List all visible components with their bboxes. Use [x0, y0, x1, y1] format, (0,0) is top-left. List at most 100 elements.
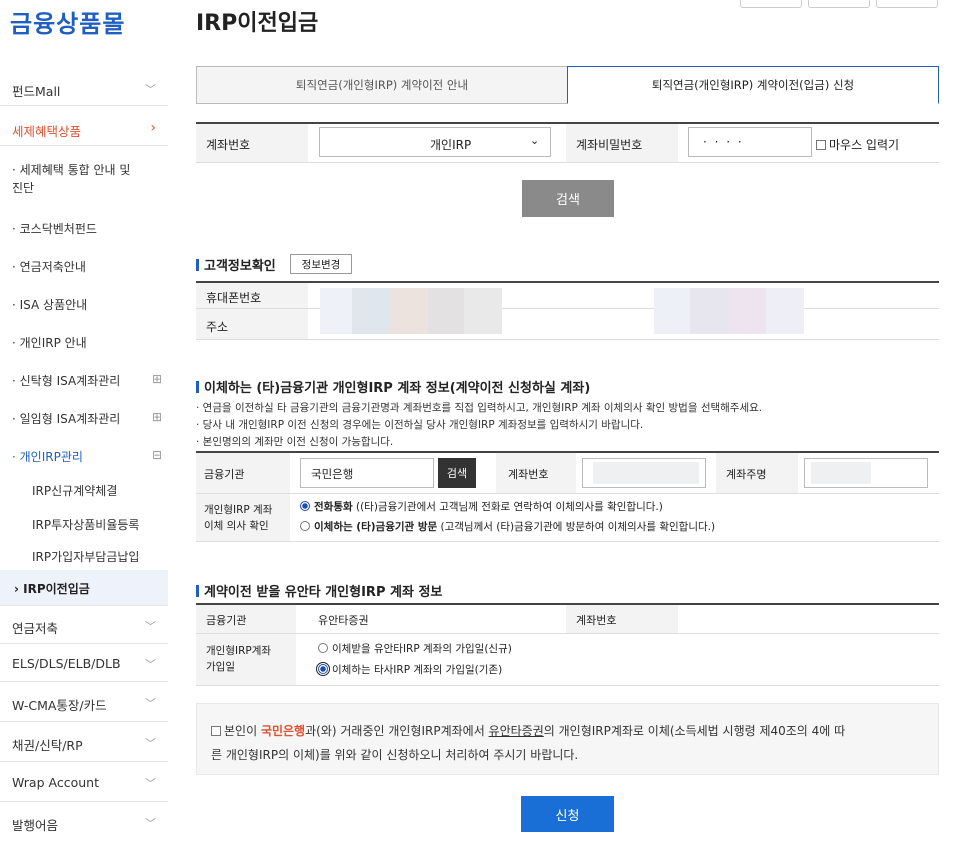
search-button[interactable]: 검색 — [522, 180, 614, 217]
institution-value: 유안타증권 — [318, 614, 369, 627]
account-number-label: 계좌번호 — [508, 468, 549, 481]
agreement-line-2: 른 개인형IRP의 이체)를 위와 같이 신청하오니 처리하여 주시기 바랍니다… — [211, 748, 579, 762]
sidebar-irp-child[interactable]: IRP가입자부담금납입 — [0, 548, 168, 568]
institution-search-button[interactable]: 검색 — [438, 458, 476, 488]
radio-selected-icon[interactable] — [300, 501, 310, 511]
sidebar-sub-label: · 세제혜택 통합 안내 및 — [12, 163, 131, 177]
radio-icon[interactable] — [300, 521, 310, 531]
join-date-label: 가입일 — [206, 661, 235, 673]
chevron-down-icon: ﹀ — [145, 737, 156, 750]
option-bold-label: 전화통화 — [314, 501, 353, 513]
sidebar-item-tax-benefit[interactable]: 세제혜택상품 › — [0, 106, 168, 146]
redacted-block — [352, 288, 390, 334]
account-number-label: 계좌번호 — [576, 614, 617, 627]
page-title: IRP이전입금 — [196, 11, 319, 36]
submit-button[interactable]: 신청 — [521, 796, 614, 832]
redacted-block — [728, 288, 766, 334]
checkbox-icon[interactable] — [816, 140, 826, 150]
owner-label: 계좌주명 — [726, 468, 767, 481]
sidebar-item-note[interactable]: 발행어음 ﹀ — [0, 802, 168, 842]
sidebar-sub-label: · 개인IRP 안내 — [12, 336, 87, 350]
sidebar-item-wrap[interactable]: Wrap Account ﹀ — [0, 762, 168, 802]
sidebar-sub-label: · ISA 상품안내 — [12, 298, 88, 312]
mouse-input-checkbox[interactable]: 마우스 입력기 — [816, 136, 899, 153]
redacted-block — [428, 288, 464, 334]
transfer-account-input[interactable] — [582, 458, 706, 488]
agreement-company: 유안타증권 — [488, 724, 544, 738]
sidebar-item-fund-mall[interactable]: 펀드Mall ﹀ — [0, 70, 168, 106]
account-type-select[interactable]: 개인IRP ⌄ — [319, 127, 551, 157]
option-label: 이체받을 유안타IRP 계좌의 가입일(신규) — [332, 643, 512, 655]
redacted-block — [320, 288, 352, 334]
top-util-button[interactable] — [876, 0, 938, 8]
redacted-block — [390, 288, 428, 334]
search-button-label: 검색 — [446, 467, 468, 480]
divider — [196, 493, 939, 494]
sidebar-sub-label: 진단 — [12, 181, 35, 195]
sidebar-item-label: W-CMA통장/카드 — [12, 698, 107, 713]
divider — [196, 633, 939, 634]
sidebar-irp-child[interactable]: IRP투자상품비율등록 — [0, 516, 168, 536]
agreement-line-1[interactable]: 본인이 국민은행과(와) 거래중인 개인형IRP계좌에서 유안타증권의 개인형I… — [211, 722, 845, 739]
password-value: · · · · — [703, 135, 744, 149]
radio-selected-icon[interactable] — [316, 662, 330, 676]
agreement-text: 과(와) 거래중인 개인형IRP계좌에서 — [305, 724, 489, 738]
chevron-down-icon: ﹀ — [145, 697, 156, 710]
account-number-label: 계좌번호 — [206, 138, 251, 152]
agreement-text: 본인이 — [224, 724, 261, 738]
agreement-text: 의 개인형IRP계좌로 이체(소득세법 시행령 제40조의 4에 따 — [543, 724, 846, 738]
tab-transfer-guide[interactable]: 퇴직연금(개인형IRP) 계약이전 안내 — [196, 66, 568, 104]
radio-icon[interactable] — [318, 643, 328, 653]
password-input[interactable]: · · · · — [688, 127, 812, 157]
mouse-input-label: 마우스 입력기 — [829, 138, 900, 152]
confirm-option-visit[interactable]: 이체하는 (타)금융기관 방문 (고객님께서 (타)금융기관에 방문하여 이체의… — [300, 519, 715, 534]
chevron-right-icon: › — [150, 120, 156, 136]
top-util-button[interactable] — [808, 0, 870, 8]
institution-label: 금융기관 — [206, 614, 247, 627]
agreement-checkbox-icon[interactable] — [211, 726, 221, 736]
chevron-down-icon: ﹀ — [145, 83, 156, 96]
edit-info-button[interactable]: 정보변경 — [290, 254, 352, 274]
sidebar-sub-label: · 개인IRP관리 — [12, 450, 83, 464]
sidebar-item-label: 발행어음 — [12, 818, 59, 833]
plus-box-icon[interactable]: ⊞ — [152, 372, 162, 386]
join-option-new[interactable]: 이체받을 유안타IRP 계좌의 가입일(신규) — [318, 641, 512, 656]
option-label: 이체하는 타사IRP 계좌의 가입일(기존) — [332, 664, 503, 676]
sidebar-item-label: Wrap Account — [12, 775, 99, 790]
divider — [196, 339, 939, 340]
redacted-block — [766, 288, 804, 334]
sidebar-irp-child-label: IRP신규계약체결 — [32, 484, 118, 498]
institution-input[interactable]: 국민은행 — [300, 458, 434, 488]
option-label: (고객님께서 (타)금융기관에 방문하여 이체의사를 확인합니다.) — [437, 521, 716, 533]
chevron-down-icon: ﹀ — [145, 658, 156, 671]
sidebar-item-wcma[interactable]: W-CMA통장/카드 ﹀ — [0, 682, 168, 722]
institution-label: 금융기관 — [204, 468, 245, 481]
note-line: · 본인명의의 계좌만 이전 신청이 가능합니다. — [196, 436, 394, 448]
section-title-customer: 고객정보확인 — [196, 255, 276, 274]
sidebar-item-label: 연금저축 — [12, 621, 59, 636]
plus-box-icon[interactable]: ⊞ — [152, 410, 162, 424]
sidebar-sub-label: · 코스닥벤처펀드 — [12, 222, 97, 236]
owner-name-input[interactable] — [804, 458, 928, 488]
sidebar-item-els[interactable]: ELS/DLS/ELB/DLB ﹀ — [0, 644, 168, 682]
minus-box-icon[interactable]: ⊟ — [152, 448, 162, 462]
divider — [196, 308, 939, 309]
edit-info-label: 정보변경 — [301, 258, 341, 271]
chevron-down-icon: ﹀ — [145, 817, 156, 830]
select-value: 개인IRP — [430, 138, 472, 152]
redacted-block — [811, 462, 871, 484]
redacted-block — [654, 288, 690, 334]
brand-logo[interactable]: 금융상품몰 — [10, 4, 125, 39]
top-util-button[interactable] — [740, 0, 802, 8]
sidebar-item-pension[interactable]: 연금저축 ﹀ — [0, 606, 168, 644]
sidebar-irp-child-active[interactable]: › IRP이전입금 — [0, 570, 168, 606]
sidebar-irp-child[interactable]: IRP신규계약체결 — [0, 482, 168, 502]
confirm-option-phone[interactable]: 전화통화 ((타)금융기관에서 고객님께 전화로 연락하여 이체의사를 확인합니… — [300, 499, 663, 514]
sidebar-item-bond[interactable]: 채권/신탁/RP ﹀ — [0, 722, 168, 762]
tab-transfer-apply[interactable]: 퇴직연금(개인형IRP) 계약이전(입금) 신청 — [567, 66, 939, 104]
join-option-existing[interactable]: 이체하는 타사IRP 계좌의 가입일(기존) — [316, 662, 503, 677]
chevron-down-icon: ﹀ — [145, 620, 156, 633]
chevron-down-icon: ⌄ — [530, 134, 540, 147]
divider — [196, 162, 939, 163]
search-button-label: 검색 — [556, 193, 580, 208]
